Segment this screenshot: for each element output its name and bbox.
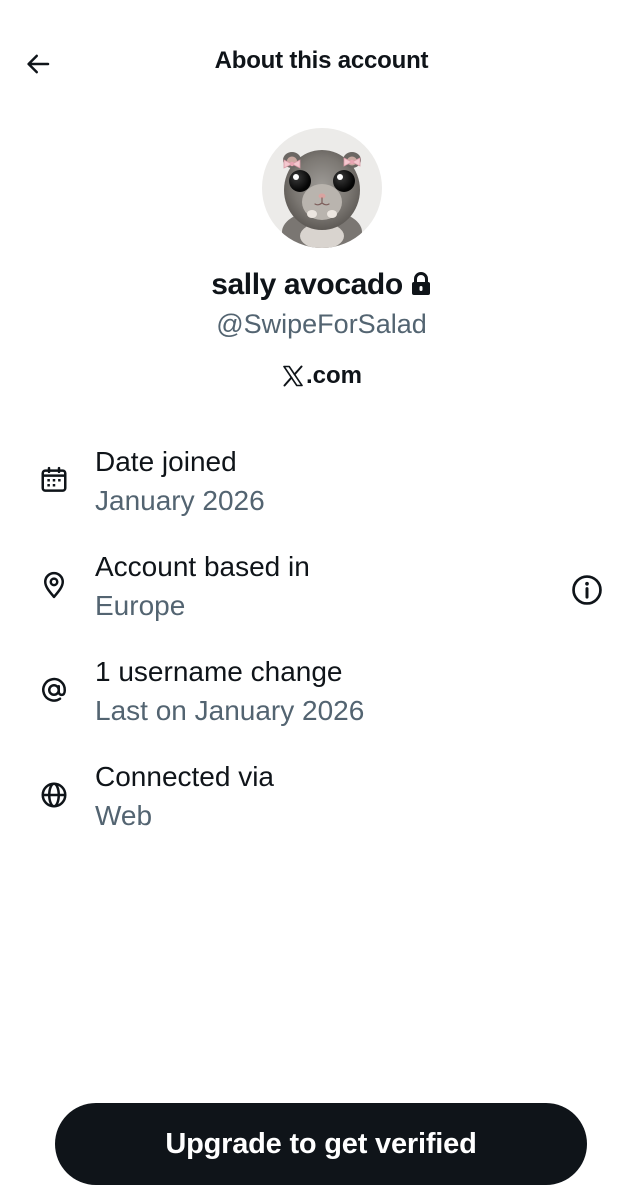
x-logo-icon: [283, 365, 303, 387]
info-item-date-joined: Date joined January 2026: [0, 440, 643, 535]
info-label: Date joined: [95, 446, 237, 477]
account-location-info-button[interactable]: [569, 572, 605, 608]
top-bar: About this account: [0, 0, 643, 124]
username-handle: @SwipeForSalad: [216, 309, 427, 339]
display-name: sally avocado: [211, 268, 403, 301]
info-label: Account based in: [95, 551, 310, 582]
site-label: .com: [305, 362, 362, 389]
info-label: Connected via: [95, 761, 275, 792]
globe-icon: [38, 779, 70, 811]
info-value: Europe: [95, 590, 186, 621]
site-link[interactable]: .com: [0, 362, 643, 390]
info-item-account-based-in: Account based in Europe: [0, 545, 643, 640]
info-item-connected-via: Connected via Web: [0, 755, 643, 850]
lock-icon: [410, 272, 432, 296]
at-sign-icon: [38, 674, 70, 706]
upgrade-verified-button[interactable]: Upgrade to get verified: [55, 1103, 587, 1185]
page-title: About this account: [214, 47, 429, 74]
location-pin-icon: [38, 569, 70, 601]
profile-name-row: sally avocado: [0, 268, 643, 302]
info-value: Last on January 2026: [95, 695, 365, 726]
info-label: 1 username change: [95, 656, 343, 687]
info-item-username-change: 1 username change Last on January 2026: [0, 650, 643, 745]
calendar-icon: [38, 464, 70, 496]
info-value: January 2026: [95, 485, 265, 516]
avatar[interactable]: [262, 128, 382, 248]
info-circle-icon: [572, 575, 602, 605]
info-value: Web: [95, 800, 153, 831]
